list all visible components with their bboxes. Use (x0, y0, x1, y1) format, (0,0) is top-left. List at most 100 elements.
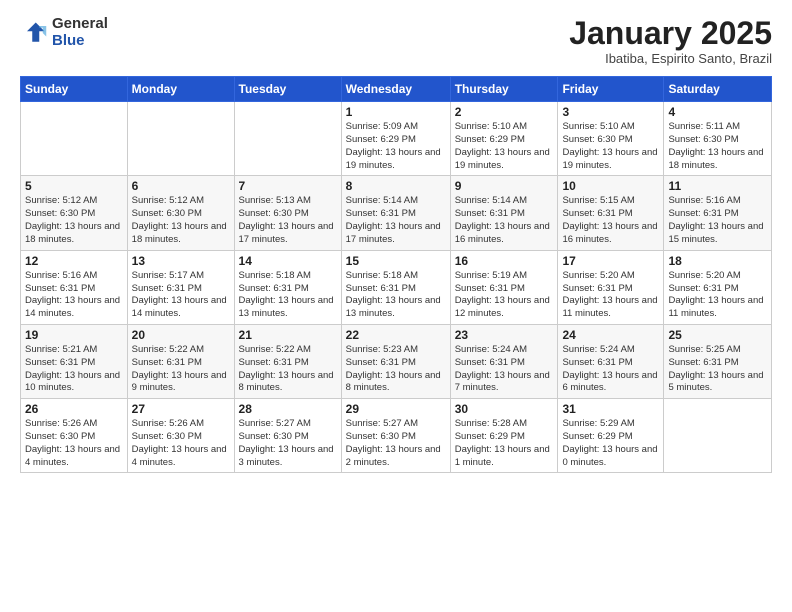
day-number: 23 (455, 328, 554, 342)
day-info: Sunrise: 5:19 AM Sunset: 6:31 PM Dayligh… (455, 270, 554, 321)
day-info: Sunrise: 5:23 AM Sunset: 6:31 PM Dayligh… (346, 344, 446, 395)
calendar-cell: 16 Sunrise: 5:19 AM Sunset: 6:31 PM Dayli… (450, 250, 558, 324)
calendar-cell: 31 Sunrise: 5:29 AM Sunset: 6:29 PM Dayli… (558, 399, 664, 473)
calendar-cell (234, 102, 341, 176)
calendar-cell: 6 Sunrise: 5:12 AM Sunset: 6:30 PM Daylig… (127, 176, 234, 250)
calendar-cell: 24 Sunrise: 5:24 AM Sunset: 6:31 PM Dayli… (558, 324, 664, 398)
calendar-table: SundayMondayTuesdayWednesdayThursdayFrid… (20, 76, 772, 473)
calendar-cell: 21 Sunrise: 5:22 AM Sunset: 6:31 PM Dayli… (234, 324, 341, 398)
calendar-cell: 1 Sunrise: 5:09 AM Sunset: 6:29 PM Daylig… (341, 102, 450, 176)
day-number: 6 (132, 179, 230, 193)
day-info: Sunrise: 5:12 AM Sunset: 6:30 PM Dayligh… (25, 195, 123, 246)
logo-general: General (52, 16, 108, 33)
calendar-cell (664, 399, 772, 473)
logo-text: General Blue (52, 16, 108, 49)
calendar-week-4: 19Sunrise: 5:21 AM Sunset: 6:31 PM Dayli… (21, 324, 772, 398)
calendar-cell: 27 Sunrise: 5:26 AM Sunset: 6:30 PM Dayli… (127, 399, 234, 473)
weekday-header-thursday: Thursday (450, 77, 558, 102)
calendar-cell: 8 Sunrise: 5:14 AM Sunset: 6:31 PM Daylig… (341, 176, 450, 250)
day-number: 18 (668, 254, 767, 268)
calendar-cell: 17Sunrise: 5:20 AM Sunset: 6:31 PM Dayli… (558, 250, 664, 324)
day-number: 4 (668, 105, 767, 119)
day-number: 27 (132, 402, 230, 416)
day-number: 13 (132, 254, 230, 268)
calendar-cell: 23 Sunrise: 5:24 AM Sunset: 6:31 PM Dayli… (450, 324, 558, 398)
calendar-cell: 2Sunrise: 5:10 AM Sunset: 6:29 PM Daylig… (450, 102, 558, 176)
calendar-cell: 5 Sunrise: 5:12 AM Sunset: 6:30 PM Daylig… (21, 176, 128, 250)
day-number: 21 (239, 328, 337, 342)
calendar-cell: 11Sunrise: 5:16 AM Sunset: 6:31 PM Dayli… (664, 176, 772, 250)
calendar-week-5: 26 Sunrise: 5:26 AM Sunset: 6:30 PM Dayli… (21, 399, 772, 473)
calendar-cell: 30Sunrise: 5:28 AM Sunset: 6:29 PM Dayli… (450, 399, 558, 473)
day-info: Sunrise: 5:24 AM Sunset: 6:31 PM Dayligh… (455, 344, 554, 395)
calendar-cell: 18Sunrise: 5:20 AM Sunset: 6:31 PM Dayli… (664, 250, 772, 324)
calendar-cell: 22 Sunrise: 5:23 AM Sunset: 6:31 PM Dayli… (341, 324, 450, 398)
day-info: Sunrise: 5:26 AM Sunset: 6:30 PM Dayligh… (132, 418, 230, 469)
day-info: Sunrise: 5:20 AM Sunset: 6:31 PM Dayligh… (562, 270, 659, 321)
logo-blue: Blue (52, 33, 108, 50)
day-info: Sunrise: 5:14 AM Sunset: 6:31 PM Dayligh… (346, 195, 446, 246)
calendar-cell (127, 102, 234, 176)
calendar-cell: 10 Sunrise: 5:15 AM Sunset: 6:31 PM Dayli… (558, 176, 664, 250)
day-info: Sunrise: 5:26 AM Sunset: 6:30 PM Dayligh… (25, 418, 123, 469)
day-info: Sunrise: 5:11 AM Sunset: 6:30 PM Dayligh… (668, 121, 767, 172)
calendar-cell: 3 Sunrise: 5:10 AM Sunset: 6:30 PM Daylig… (558, 102, 664, 176)
calendar-header-row: SundayMondayTuesdayWednesdayThursdayFrid… (21, 77, 772, 102)
title-block: January 2025 Ibatiba, Espirito Santo, Br… (569, 16, 772, 66)
day-info: Sunrise: 5:29 AM Sunset: 6:29 PM Dayligh… (562, 418, 659, 469)
calendar-cell (21, 102, 128, 176)
calendar-week-1: 1 Sunrise: 5:09 AM Sunset: 6:29 PM Daylig… (21, 102, 772, 176)
day-number: 8 (346, 179, 446, 193)
day-info: Sunrise: 5:18 AM Sunset: 6:31 PM Dayligh… (239, 270, 337, 321)
day-info: Sunrise: 5:22 AM Sunset: 6:31 PM Dayligh… (132, 344, 230, 395)
location-subtitle: Ibatiba, Espirito Santo, Brazil (569, 51, 772, 66)
day-number: 14 (239, 254, 337, 268)
weekday-header-saturday: Saturday (664, 77, 772, 102)
day-info: Sunrise: 5:17 AM Sunset: 6:31 PM Dayligh… (132, 270, 230, 321)
day-number: 25 (668, 328, 767, 342)
day-info: Sunrise: 5:25 AM Sunset: 6:31 PM Dayligh… (668, 344, 767, 395)
day-number: 24 (562, 328, 659, 342)
day-info: Sunrise: 5:10 AM Sunset: 6:30 PM Dayligh… (562, 121, 659, 172)
calendar-cell: 25 Sunrise: 5:25 AM Sunset: 6:31 PM Dayli… (664, 324, 772, 398)
day-number: 15 (346, 254, 446, 268)
day-number: 22 (346, 328, 446, 342)
day-info: Sunrise: 5:24 AM Sunset: 6:31 PM Dayligh… (562, 344, 659, 395)
day-info: Sunrise: 5:12 AM Sunset: 6:30 PM Dayligh… (132, 195, 230, 246)
day-number: 9 (455, 179, 554, 193)
page: General Blue January 2025 Ibatiba, Espir… (0, 0, 792, 612)
day-number: 16 (455, 254, 554, 268)
weekday-header-monday: Monday (127, 77, 234, 102)
calendar-cell: 28 Sunrise: 5:27 AM Sunset: 6:30 PM Dayli… (234, 399, 341, 473)
calendar-cell: 29Sunrise: 5:27 AM Sunset: 6:30 PM Dayli… (341, 399, 450, 473)
day-number: 19 (25, 328, 123, 342)
day-info: Sunrise: 5:16 AM Sunset: 6:31 PM Dayligh… (668, 195, 767, 246)
calendar-cell: 13 Sunrise: 5:17 AM Sunset: 6:31 PM Dayli… (127, 250, 234, 324)
day-info: Sunrise: 5:27 AM Sunset: 6:30 PM Dayligh… (239, 418, 337, 469)
day-info: Sunrise: 5:14 AM Sunset: 6:31 PM Dayligh… (455, 195, 554, 246)
day-info: Sunrise: 5:13 AM Sunset: 6:30 PM Dayligh… (239, 195, 337, 246)
month-title: January 2025 (569, 16, 772, 51)
calendar-week-3: 12Sunrise: 5:16 AM Sunset: 6:31 PM Dayli… (21, 250, 772, 324)
day-info: Sunrise: 5:15 AM Sunset: 6:31 PM Dayligh… (562, 195, 659, 246)
day-number: 10 (562, 179, 659, 193)
calendar-cell: 19Sunrise: 5:21 AM Sunset: 6:31 PM Dayli… (21, 324, 128, 398)
day-info: Sunrise: 5:09 AM Sunset: 6:29 PM Dayligh… (346, 121, 446, 172)
header: General Blue January 2025 Ibatiba, Espir… (20, 16, 772, 66)
day-number: 26 (25, 402, 123, 416)
day-number: 7 (239, 179, 337, 193)
day-number: 5 (25, 179, 123, 193)
day-info: Sunrise: 5:16 AM Sunset: 6:31 PM Dayligh… (25, 270, 123, 321)
day-number: 3 (562, 105, 659, 119)
day-info: Sunrise: 5:10 AM Sunset: 6:29 PM Dayligh… (455, 121, 554, 172)
day-number: 1 (346, 105, 446, 119)
calendar-cell: 7 Sunrise: 5:13 AM Sunset: 6:30 PM Daylig… (234, 176, 341, 250)
calendar-cell: 4 Sunrise: 5:11 AM Sunset: 6:30 PM Daylig… (664, 102, 772, 176)
day-info: Sunrise: 5:22 AM Sunset: 6:31 PM Dayligh… (239, 344, 337, 395)
day-number: 30 (455, 402, 554, 416)
weekday-header-friday: Friday (558, 77, 664, 102)
day-number: 28 (239, 402, 337, 416)
day-number: 29 (346, 402, 446, 416)
day-number: 31 (562, 402, 659, 416)
day-info: Sunrise: 5:18 AM Sunset: 6:31 PM Dayligh… (346, 270, 446, 321)
